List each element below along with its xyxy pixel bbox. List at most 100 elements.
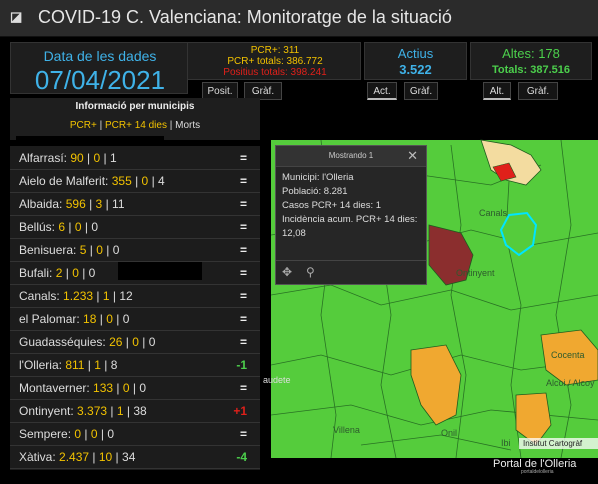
municipality-name: Sempere: bbox=[19, 427, 72, 441]
municipality-name: Albaida: bbox=[19, 197, 63, 211]
municipality-name: Montaverner: bbox=[19, 381, 90, 395]
municipality-pcr14: 0 bbox=[74, 220, 82, 234]
active-chart-button[interactable]: Gràf. bbox=[404, 82, 438, 100]
municipality-pcr: 26 bbox=[109, 335, 123, 349]
municipality-name: Canals: bbox=[19, 289, 60, 303]
municipality-deaths: 1 bbox=[110, 151, 117, 165]
popup-poblacio: Població: 8.281 bbox=[282, 186, 348, 197]
municipality-trend: = bbox=[239, 197, 247, 211]
municipality-pcr14: 1 bbox=[94, 358, 101, 372]
municipality-pcr: 133 bbox=[93, 381, 114, 395]
municipality-name: Xàtiva: bbox=[19, 450, 56, 464]
municipality-trend: = bbox=[239, 151, 247, 165]
discharge-total: Totals: 387.516 bbox=[491, 64, 571, 76]
municipality-list: Alfarrasí: 90 | 0 | 1 = Aielo de Malferit:… bbox=[10, 146, 260, 470]
municipality-deaths: 8 bbox=[110, 358, 118, 372]
municipality-row[interactable]: Canals: 1.233 | 1 | 12 = bbox=[10, 284, 260, 308]
active-panel: Actius 3.522 bbox=[364, 42, 467, 80]
municipality-deaths: 38 bbox=[133, 404, 147, 418]
date-label: Data de les dades bbox=[43, 48, 157, 64]
municipality-name: Guadasséquies: bbox=[19, 335, 106, 349]
municipality-pcr14: 0 bbox=[90, 427, 98, 441]
municipality-row[interactable]: Montaverner: 133 | 0 | 0 = bbox=[10, 376, 260, 400]
municipality-pcr: 596 bbox=[65, 197, 86, 211]
filter-deaths[interactable]: Morts bbox=[175, 120, 200, 131]
municipality-deaths: 4 bbox=[158, 174, 165, 188]
app-logo-icon: ◪ bbox=[10, 9, 23, 24]
municipality-pcr: 90 bbox=[70, 151, 84, 165]
municipality-name: Ontinyent: bbox=[19, 404, 74, 418]
discharge-panel: Altes: 178 Totals: 387.516 bbox=[470, 42, 592, 80]
municipality-name: Benisuera: bbox=[19, 243, 77, 257]
municipality-deaths: 0 bbox=[107, 427, 115, 441]
popup-municipi: Municipi: l'Olleria bbox=[282, 172, 354, 183]
municipality-pcr: 355 bbox=[111, 174, 132, 188]
municipality-name: Bufali: bbox=[19, 266, 53, 280]
popup-incidencia: Incidència acum. PCR+ 14 dies: 12,08 bbox=[282, 214, 418, 239]
municipality-trend: +1 bbox=[233, 404, 247, 418]
municipality-pcr14: 0 bbox=[132, 335, 139, 349]
municipality-trend: = bbox=[239, 220, 247, 234]
zoom-icon[interactable]: ⚲ bbox=[306, 265, 315, 279]
municipality-row[interactable]: Bellús: 6 | 0 | 0 = bbox=[10, 215, 260, 239]
municipality-row[interactable]: l'Olleria: 811 | 1 | 8 -1 bbox=[10, 353, 260, 377]
municipality-row[interactable]: Sempere: 0 | 0 | 0 = bbox=[10, 422, 260, 446]
filter-pcr14[interactable]: PCR+ 14 dies bbox=[105, 120, 167, 131]
municipality-trend: -4 bbox=[236, 450, 247, 464]
municipality-row[interactable]: Aielo de Malferit: 355 | 0 | 4 = bbox=[10, 169, 260, 193]
move-icon[interactable]: ✥ bbox=[282, 265, 292, 279]
active-button[interactable]: Act. bbox=[367, 82, 397, 100]
discharge-label: Altes: 178 bbox=[502, 46, 560, 61]
date-value: 07/04/2021 bbox=[34, 65, 166, 95]
map-label-alcoi: Alcoi / Alcoy bbox=[546, 378, 595, 388]
active-label: Actius bbox=[397, 46, 434, 61]
municipality-name: l'Olleria: bbox=[19, 358, 62, 372]
municipality-pcr: 3.373 bbox=[77, 404, 108, 418]
municipality-row[interactable]: Ontinyent: 3.373 | 1 | 38 +1 bbox=[10, 399, 260, 423]
municipality-pcr: 811 bbox=[65, 358, 85, 372]
municipality-row[interactable]: Albaida: 596 | 3 | 11 = bbox=[10, 192, 260, 216]
discharge-button[interactable]: Alt. bbox=[483, 82, 511, 100]
map-label-ontinyent: Ontinyent bbox=[456, 268, 495, 278]
municipality-trend: = bbox=[239, 243, 247, 257]
municipality-pcr14: 1 bbox=[116, 404, 124, 418]
app-title: COVID-19 C. Valenciana: Monitoratge de l… bbox=[38, 7, 452, 27]
municipality-deaths: 0 bbox=[148, 335, 156, 349]
municipality-name: el Palomar: bbox=[19, 312, 80, 326]
popup-title: Mostrando 1 bbox=[328, 151, 374, 160]
municipality-deaths: 0 bbox=[122, 312, 130, 326]
municipality-pcr14: 1 bbox=[102, 289, 110, 303]
date-panel: Data de les dades 07/04/2021 bbox=[10, 42, 188, 95]
municipality-pcr: 18 bbox=[83, 312, 97, 326]
municipality-pcr14: 0 bbox=[122, 381, 130, 395]
redaction-bar bbox=[16, 136, 164, 143]
municipality-header: Informació per municipis PCR+ | PCR+ 14 … bbox=[10, 98, 260, 140]
municipality-row[interactable]: Guadasséquies: 26 | 0 | 0 = bbox=[10, 330, 260, 354]
municipality-pcr14: 0 bbox=[72, 266, 79, 280]
municipality-row[interactable]: el Palomar: 18 | 0 | 0 = bbox=[10, 307, 260, 331]
info-popup: Mostrando 1 ✕ Municipi: l'Olleria Poblac… bbox=[275, 145, 427, 285]
municipality-deaths: 0 bbox=[139, 381, 147, 395]
municipality-pcr14: 0 bbox=[106, 312, 113, 326]
municipality-row[interactable]: Alfarrasí: 90 | 0 | 1 = bbox=[10, 146, 260, 170]
popup-casos: Casos PCR+ 14 dies: 1 bbox=[282, 200, 382, 211]
discharge-chart-button[interactable]: Gràf. bbox=[518, 82, 558, 100]
municipality-title: Informació per municipis bbox=[75, 101, 195, 112]
map-label-canals: Canals bbox=[479, 208, 508, 218]
active-value: 3.522 bbox=[399, 62, 432, 77]
municipality-row[interactable]: Xàtiva: 2.437 | 10 | 34 -4 bbox=[10, 445, 260, 469]
close-icon[interactable]: ✕ bbox=[407, 148, 418, 164]
municipality-deaths: 0 bbox=[91, 220, 99, 234]
title-bar: ◪ COVID-19 C. Valenciana: Monitoratge de… bbox=[0, 0, 598, 37]
municipality-deaths: 12 bbox=[119, 289, 133, 303]
municipality-row[interactable]: Benisuera: 5 | 0 | 0 = bbox=[10, 238, 260, 262]
municipality-pcr: 2.437 bbox=[59, 450, 90, 464]
filter-pcr[interactable]: PCR+ bbox=[70, 120, 97, 131]
municipality-name: Bellús: bbox=[19, 220, 56, 234]
municipality-deaths: 0 bbox=[88, 266, 96, 280]
municipality-trend: = bbox=[239, 312, 247, 326]
municipality-trend: -1 bbox=[236, 358, 247, 372]
map-label-villena: Villena bbox=[333, 425, 360, 435]
municipality-pcr14: 10 bbox=[98, 450, 113, 464]
municipality-name: Alfarrasí: bbox=[19, 151, 68, 165]
